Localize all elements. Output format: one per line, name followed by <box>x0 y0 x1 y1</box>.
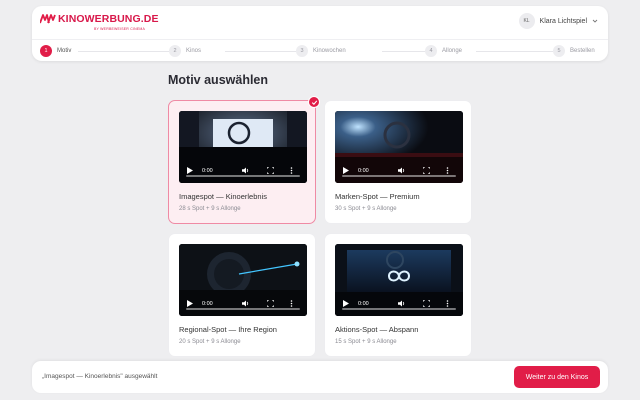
step-number: 4 <box>425 45 437 57</box>
user-name: Klara Lichtspiel <box>539 17 587 25</box>
selection-action-bar: „Imagespot — Kinoerlebnis" ausgewählt We… <box>32 361 608 393</box>
motif-duration: 30 s Spot + 9 s Allonge <box>335 206 397 212</box>
avatar: KL <box>518 13 535 29</box>
video-time: 0:00 <box>202 167 213 174</box>
step-motiv[interactable]: 1 Motiv <box>40 45 71 57</box>
step-bestellen[interactable]: 5 Bestellen <box>553 45 595 57</box>
fullscreen-icon[interactable] <box>267 167 274 174</box>
motif-title: Marken-Spot — Premium <box>335 192 420 201</box>
motif-card[interactable]: 0:00 Marken-Spot — Premium 30 s Spot + 9… <box>324 100 472 224</box>
play-icon[interactable] <box>343 167 349 174</box>
brand-name: KINOWERBUNG.DE <box>58 13 159 25</box>
brand-tagline: BY WERBEWEISER CINEMA <box>94 27 146 31</box>
motif-card[interactable]: 0:00 Aktions-Spot — Abspann 15 s Spot + … <box>324 233 472 357</box>
more-options-icon[interactable] <box>446 300 449 307</box>
play-icon[interactable] <box>343 300 349 307</box>
chevron-down-icon <box>592 19 598 23</box>
fullscreen-icon[interactable] <box>267 300 274 307</box>
step-number: 1 <box>40 45 52 57</box>
user-menu[interactable]: KL Klara Lichtspiel <box>518 12 598 30</box>
play-icon[interactable] <box>187 300 193 307</box>
step-connector <box>78 51 170 52</box>
step-kinos[interactable]: 2 Kinos <box>169 45 201 57</box>
video-progress[interactable] <box>186 175 300 177</box>
brand-logo[interactable]: KINOWERBUNG.DE BY WERBEWEISER CINEMA <box>40 12 158 34</box>
step-kinowochen[interactable]: 3 Kinowochen <box>296 45 346 57</box>
next-to-cinemas-button[interactable]: Weiter zu den Kinos <box>514 366 600 388</box>
video-controls: 0:00 <box>179 155 307 183</box>
video-player[interactable]: 0:00 <box>335 244 463 316</box>
video-controls: 0:00 <box>335 288 463 316</box>
selected-check-icon <box>308 96 320 108</box>
video-controls: 0:00 <box>335 155 463 183</box>
fullscreen-icon[interactable] <box>423 167 430 174</box>
motif-card[interactable]: 0:00 Imagespot — Kinoerlebnis 28 s Spot … <box>168 96 320 224</box>
video-player[interactable]: 0:00 <box>335 111 463 183</box>
video-time: 0:00 <box>358 167 369 174</box>
header-divider <box>32 39 608 40</box>
step-connector <box>476 51 556 52</box>
video-time: 0:00 <box>358 300 369 307</box>
motif-duration: 28 s Spot + 9 s Allonge <box>179 206 241 212</box>
video-progress[interactable] <box>342 175 456 177</box>
volume-icon[interactable] <box>398 300 406 307</box>
video-controls: 0:00 <box>179 288 307 316</box>
more-options-icon[interactable] <box>446 167 449 174</box>
page-title: Motiv auswählen <box>168 73 269 87</box>
header-card: KINOWERBUNG.DE BY WERBEWEISER CINEMA KL … <box>32 6 608 61</box>
video-progress[interactable] <box>186 308 300 310</box>
volume-icon[interactable] <box>242 300 250 307</box>
video-player[interactable]: 0:00 <box>179 111 307 183</box>
more-options-icon[interactable] <box>290 167 293 174</box>
motif-card[interactable]: 0:00 Regional-Spot — Ihre Region 20 s Sp… <box>168 233 316 357</box>
motif-title: Imagespot — Kinoerlebnis <box>179 192 267 201</box>
step-label: Motiv <box>57 48 72 54</box>
video-progress[interactable] <box>342 308 456 310</box>
step-label: Bestellen <box>570 48 595 54</box>
video-time: 0:00 <box>202 300 213 307</box>
motif-duration: 15 s Spot + 9 s Allonge <box>335 339 397 345</box>
step-number: 5 <box>553 45 565 57</box>
step-label: Allonge <box>442 48 463 54</box>
step-number: 2 <box>169 45 181 57</box>
step-number: 3 <box>296 45 308 57</box>
step-connector <box>225 51 297 52</box>
selection-summary: „Imagespot — Kinoerlebnis" ausgewählt <box>42 373 158 380</box>
stepper: 1 Motiv 2 Kinos 3 Kinowochen 4 Allonge 5… <box>40 41 600 61</box>
step-label: Kinowochen <box>313 48 346 54</box>
motif-duration: 20 s Spot + 9 s Allonge <box>179 339 241 345</box>
video-player[interactable]: 0:00 <box>179 244 307 316</box>
volume-icon[interactable] <box>242 167 250 174</box>
play-icon[interactable] <box>187 167 193 174</box>
motif-title: Aktions-Spot — Abspann <box>335 325 419 334</box>
fullscreen-icon[interactable] <box>423 300 430 307</box>
step-label: Kinos <box>186 48 202 54</box>
step-connector <box>382 51 426 52</box>
more-options-icon[interactable] <box>290 300 293 307</box>
volume-icon[interactable] <box>398 167 406 174</box>
logo-mark-icon <box>40 14 56 24</box>
motif-title: Regional-Spot — Ihre Region <box>179 325 277 334</box>
step-allonge[interactable]: 4 Allonge <box>425 45 462 57</box>
